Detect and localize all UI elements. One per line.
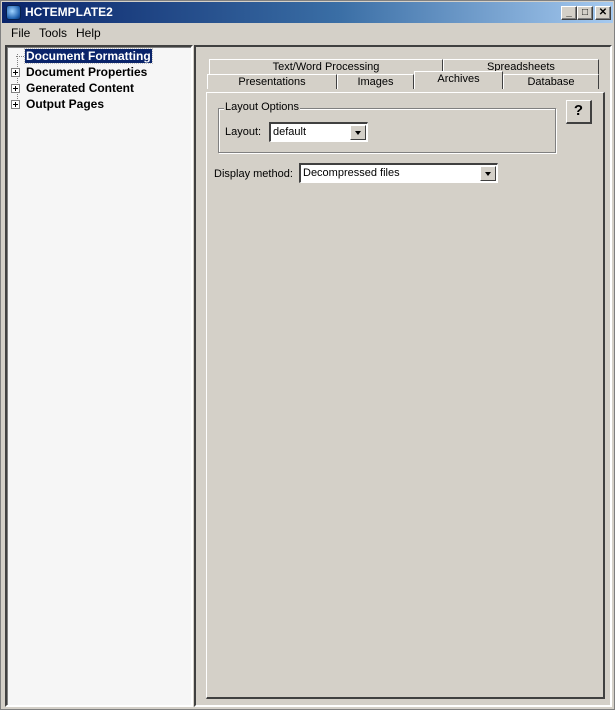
tree-item-document-properties[interactable]: Document Properties xyxy=(9,65,189,80)
layout-label: Layout: xyxy=(225,126,262,138)
tree-item-label: Document Formatting xyxy=(24,48,153,64)
menu-tools[interactable]: Tools xyxy=(39,26,67,40)
navigation-tree: Document Formatting Document Properties … xyxy=(5,45,193,707)
layout-select[interactable]: default xyxy=(269,122,368,142)
tab-text-word-processing[interactable]: Text/Word Processing xyxy=(209,59,443,74)
menu-file[interactable]: File xyxy=(11,26,30,40)
tree-item-label: Output Pages xyxy=(26,97,105,111)
tree-item-label: Generated Content xyxy=(26,81,135,95)
application-window: HCTEMPLATE2 _ □ ✕ File Tools Help Docume… xyxy=(0,0,615,710)
close-button[interactable]: ✕ xyxy=(595,6,611,20)
tree-connector xyxy=(16,56,24,57)
display-method-select[interactable]: Decompressed files xyxy=(299,163,498,183)
minimize-button[interactable]: _ xyxy=(561,6,577,20)
tree-item-generated-content[interactable]: Generated Content xyxy=(9,81,189,96)
dropdown-arrow-icon[interactable] xyxy=(350,125,366,140)
tree-item-document-formatting[interactable]: Document Formatting xyxy=(9,48,189,64)
help-button[interactable]: ? xyxy=(566,100,592,124)
display-method-value: Decompressed files xyxy=(303,167,400,179)
tab-images[interactable]: Images xyxy=(337,74,414,89)
expand-plus-icon[interactable] xyxy=(11,100,20,109)
group-title: Layout Options xyxy=(224,101,300,113)
settings-panel: Text/Word Processing Spreadsheets Presen… xyxy=(194,45,612,707)
window-title: HCTEMPLATE2 xyxy=(25,5,113,19)
layout-options-group: Layout Options Layout: default xyxy=(218,101,556,153)
expand-plus-icon[interactable] xyxy=(11,84,20,93)
dropdown-arrow-icon[interactable] xyxy=(480,166,496,181)
tab-presentations[interactable]: Presentations xyxy=(207,74,337,89)
menu-help[interactable]: Help xyxy=(76,26,101,40)
menu-bar: File Tools Help xyxy=(2,23,613,42)
tree-item-output-pages[interactable]: Output Pages xyxy=(9,97,189,112)
app-icon xyxy=(6,5,21,20)
layout-value: default xyxy=(273,126,307,138)
title-bar[interactable]: HCTEMPLATE2 _ □ ✕ xyxy=(2,2,613,23)
tab-archives[interactable]: Archives xyxy=(414,71,503,89)
archives-tab-content: Layout Options Layout: default ? Display… xyxy=(206,92,605,699)
tree-item-label: Document Properties xyxy=(26,65,148,79)
maximize-button[interactable]: □ xyxy=(577,6,593,20)
tab-database[interactable]: Database xyxy=(503,74,599,89)
expand-plus-icon[interactable] xyxy=(11,68,20,77)
display-method-label: Display method: xyxy=(214,168,293,180)
